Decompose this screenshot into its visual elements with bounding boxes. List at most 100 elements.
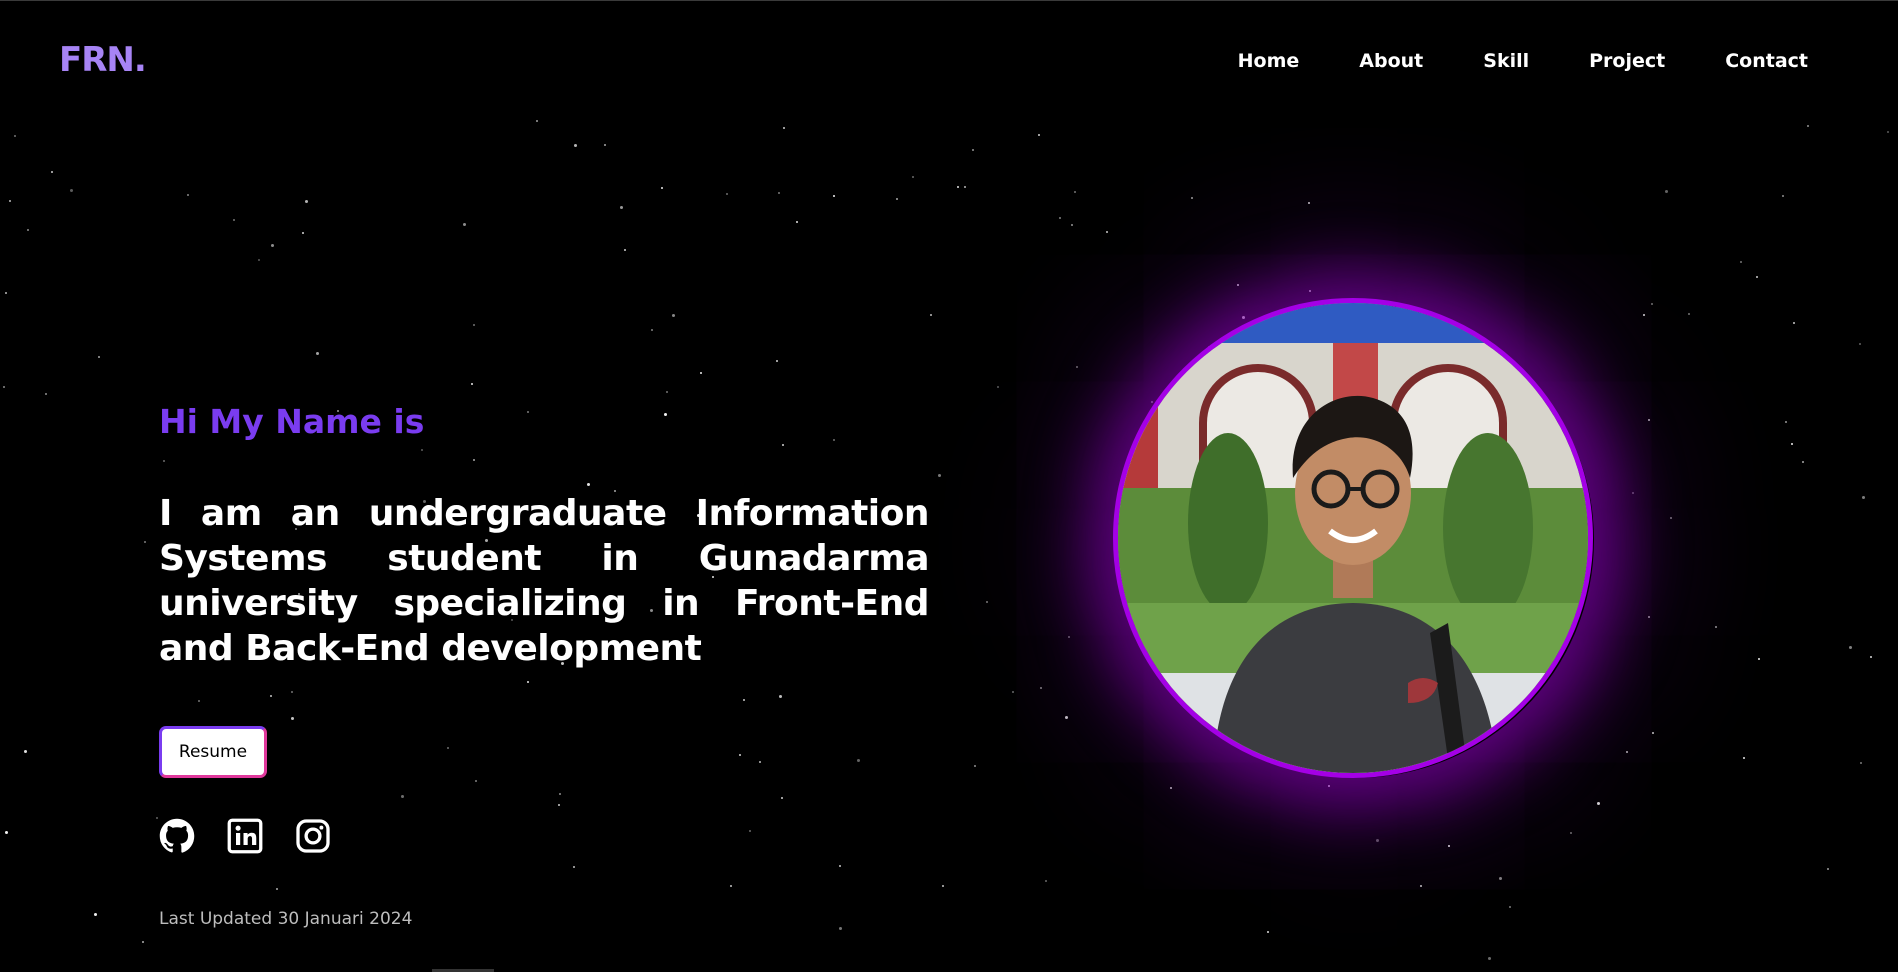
- star: [796, 221, 798, 223]
- linkedin-icon[interactable]: [227, 818, 263, 854]
- nav-project[interactable]: Project: [1589, 50, 1665, 72]
- star: [1074, 191, 1076, 193]
- star: [700, 372, 702, 374]
- star: [1758, 658, 1760, 660]
- star: [1068, 636, 1070, 638]
- star: [144, 541, 146, 543]
- star: [1242, 316, 1245, 319]
- star: [759, 761, 761, 763]
- star: [1376, 839, 1379, 842]
- star: [1807, 125, 1809, 127]
- star: [305, 200, 308, 203]
- star: [198, 700, 200, 702]
- star: [291, 717, 294, 720]
- star: [5, 292, 7, 294]
- star: [661, 187, 663, 189]
- star: [1448, 845, 1450, 847]
- star: [1151, 401, 1153, 403]
- last-updated-text: Last Updated 30 Januari 2024: [159, 909, 413, 929]
- star: [896, 198, 898, 200]
- star: [574, 144, 577, 147]
- star: [839, 865, 841, 867]
- star: [1643, 314, 1645, 316]
- star: [1012, 691, 1014, 693]
- star: [1652, 732, 1654, 734]
- social-links: [159, 818, 331, 854]
- star: [776, 360, 778, 362]
- star: [5, 831, 8, 834]
- star: [471, 383, 473, 385]
- star: [94, 913, 97, 916]
- star: [475, 780, 477, 782]
- star: [1887, 131, 1889, 133]
- nav-contact[interactable]: Contact: [1725, 50, 1808, 72]
- nav-skill[interactable]: Skill: [1483, 50, 1529, 72]
- star: [743, 699, 745, 701]
- star: [24, 750, 27, 753]
- star: [45, 393, 47, 395]
- nav-home[interactable]: Home: [1238, 50, 1300, 72]
- top-divider: [0, 0, 1898, 1]
- star: [233, 219, 235, 221]
- site-logo[interactable]: FRN.: [59, 40, 147, 80]
- instagram-icon[interactable]: [295, 818, 331, 854]
- star: [604, 144, 606, 146]
- star: [1860, 762, 1862, 764]
- star: [1328, 785, 1330, 787]
- star: [781, 797, 783, 799]
- star: [1267, 931, 1269, 933]
- star: [1040, 687, 1042, 689]
- star: [986, 601, 988, 603]
- star: [1648, 419, 1650, 421]
- star: [912, 176, 914, 178]
- star: [1237, 284, 1239, 286]
- star: [573, 866, 575, 868]
- star: [98, 356, 100, 358]
- star: [316, 352, 319, 355]
- hero-section: Hi My Name is I am an undergraduate Info…: [159, 402, 930, 671]
- main-nav: Home About Skill Project Contact: [1238, 50, 1808, 72]
- star: [70, 189, 73, 192]
- resume-button[interactable]: Resume: [159, 726, 267, 778]
- star: [1038, 134, 1040, 136]
- star: [1791, 443, 1793, 445]
- star: [726, 193, 728, 195]
- star: [778, 192, 780, 194]
- star: [974, 765, 976, 767]
- star: [1859, 343, 1861, 345]
- star: [1756, 276, 1758, 278]
- star: [783, 127, 785, 129]
- nav-about[interactable]: About: [1359, 50, 1423, 72]
- star: [1509, 906, 1511, 908]
- star: [1651, 303, 1653, 305]
- star: [447, 747, 449, 749]
- star: [558, 804, 560, 806]
- star: [839, 927, 842, 930]
- star: [536, 120, 538, 122]
- star: [473, 324, 475, 326]
- star: [559, 793, 561, 795]
- star: [1785, 421, 1787, 423]
- star: [1488, 957, 1491, 960]
- star: [187, 194, 189, 196]
- star: [51, 171, 53, 173]
- star: [1862, 496, 1865, 499]
- star: [1308, 202, 1310, 204]
- star: [401, 795, 404, 798]
- star: [14, 135, 16, 137]
- star: [930, 314, 932, 316]
- star: [1570, 832, 1572, 834]
- star: [276, 888, 278, 890]
- star: [3, 386, 5, 388]
- star: [1782, 195, 1784, 197]
- star: [624, 249, 626, 251]
- star: [1670, 517, 1672, 519]
- star: [1827, 868, 1829, 870]
- github-icon[interactable]: [159, 818, 195, 854]
- star: [463, 223, 466, 226]
- star: [942, 885, 944, 887]
- star: [1170, 787, 1172, 789]
- star: [730, 885, 732, 887]
- star: [1870, 656, 1872, 658]
- star: [1849, 646, 1852, 649]
